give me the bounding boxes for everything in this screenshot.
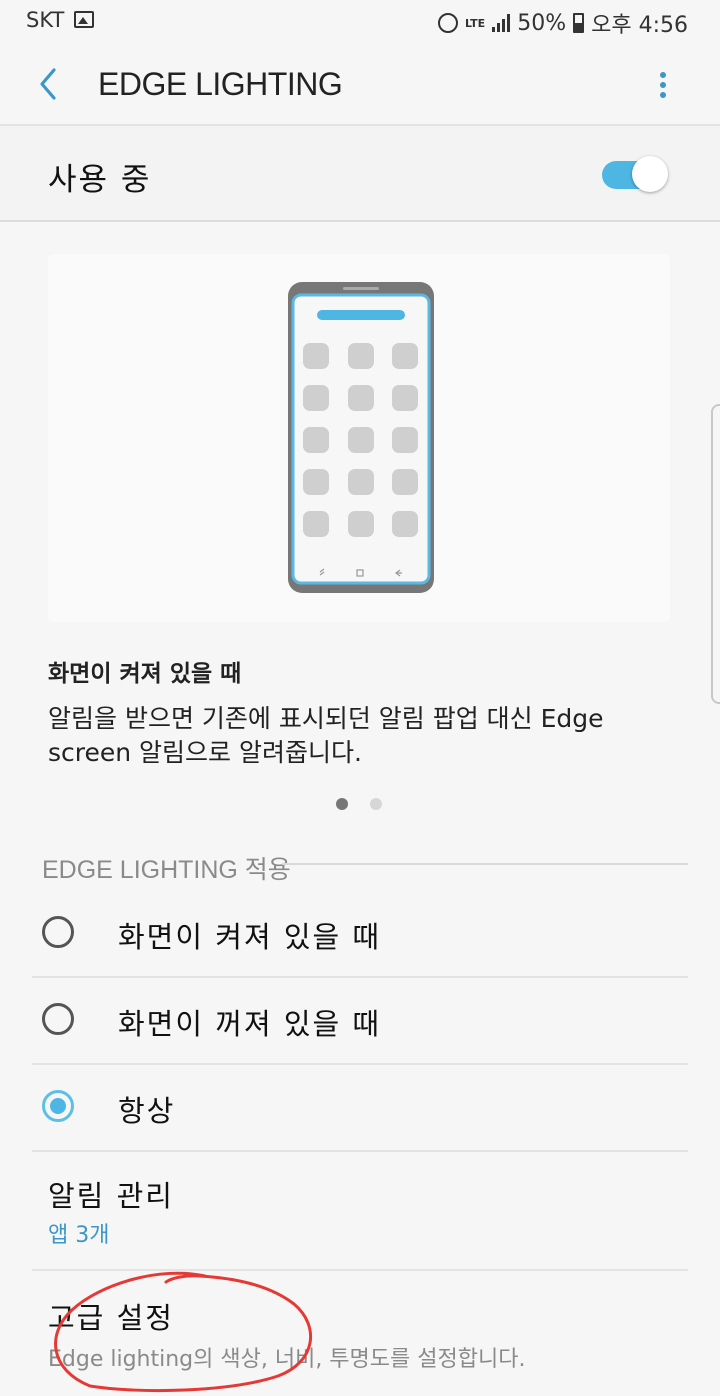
- page-dot-active[interactable]: [336, 798, 348, 810]
- manage-notifications-title: 알림 관리: [48, 1179, 174, 1213]
- advanced-settings-description: Edge lighting의 색상, 너비, 투명도를 설정합니다.: [48, 1347, 526, 1372]
- page-dot[interactable]: [370, 798, 382, 810]
- radio-button-selected[interactable]: [42, 1090, 74, 1122]
- status-bar: SKT LTE 50% 오후 4:56: [0, 0, 720, 44]
- radio-label: 화면이 꺼져 있을 때: [118, 1007, 382, 1041]
- network-type: LTE: [464, 16, 486, 30]
- master-toggle[interactable]: [602, 156, 668, 192]
- app-bar: EDGE LIGHTING: [0, 44, 720, 126]
- gallery-icon: [74, 11, 94, 28]
- toggle-thumb: [632, 156, 668, 192]
- battery-icon: [573, 13, 585, 33]
- manage-notifications-item[interactable]: 알림 관리 앱 3개: [32, 1151, 688, 1271]
- status-icons: LTE 50% 오후 4:56: [437, 7, 688, 39]
- phone-illustration: [288, 282, 434, 593]
- advanced-settings-title: 고급 설정: [48, 1301, 174, 1335]
- radio-option-screen-on[interactable]: 화면이 켜져 있을 때: [32, 890, 688, 978]
- radio-label: 화면이 켜져 있을 때: [118, 920, 382, 954]
- page-title: EDGE LIGHTING: [98, 66, 343, 102]
- carrier-label: SKT: [26, 8, 65, 32]
- battery-percent: 50%: [517, 10, 567, 36]
- section-divider: [282, 863, 688, 865]
- radio-option-always[interactable]: 항상: [32, 1064, 688, 1152]
- preview-description: 알림을 받으면 기존에 표시되던 알림 팝업 대신 Edge screen 알림…: [48, 704, 604, 767]
- signal-icon: [492, 14, 511, 32]
- preview-title: 화면이 켜져 있을 때: [48, 661, 242, 687]
- alarm-icon: [437, 13, 458, 33]
- advanced-settings-item[interactable]: 고급 설정 Edge lighting의 색상, 너비, 투명도를 설정합니다.: [32, 1271, 688, 1389]
- back-arrow-icon[interactable]: [34, 66, 68, 102]
- radio-button[interactable]: [42, 916, 74, 948]
- section-header: EDGE LIGHTING 적용: [42, 856, 291, 884]
- master-switch-row[interactable]: 사용 중: [0, 126, 720, 222]
- radio-button[interactable]: [42, 1003, 74, 1035]
- more-options-icon[interactable]: [648, 68, 678, 104]
- preview-card[interactable]: [48, 254, 670, 622]
- clock: 오후 4:56: [591, 13, 688, 38]
- master-switch-label: 사용 중: [48, 162, 152, 198]
- radio-label: 항상: [118, 1094, 176, 1128]
- radio-option-screen-off[interactable]: 화면이 꺼져 있을 때: [32, 977, 688, 1065]
- edge-panel-handle[interactable]: [711, 404, 720, 704]
- page-indicator: [336, 798, 382, 810]
- manage-notifications-count: 앱 3개: [48, 1223, 110, 1248]
